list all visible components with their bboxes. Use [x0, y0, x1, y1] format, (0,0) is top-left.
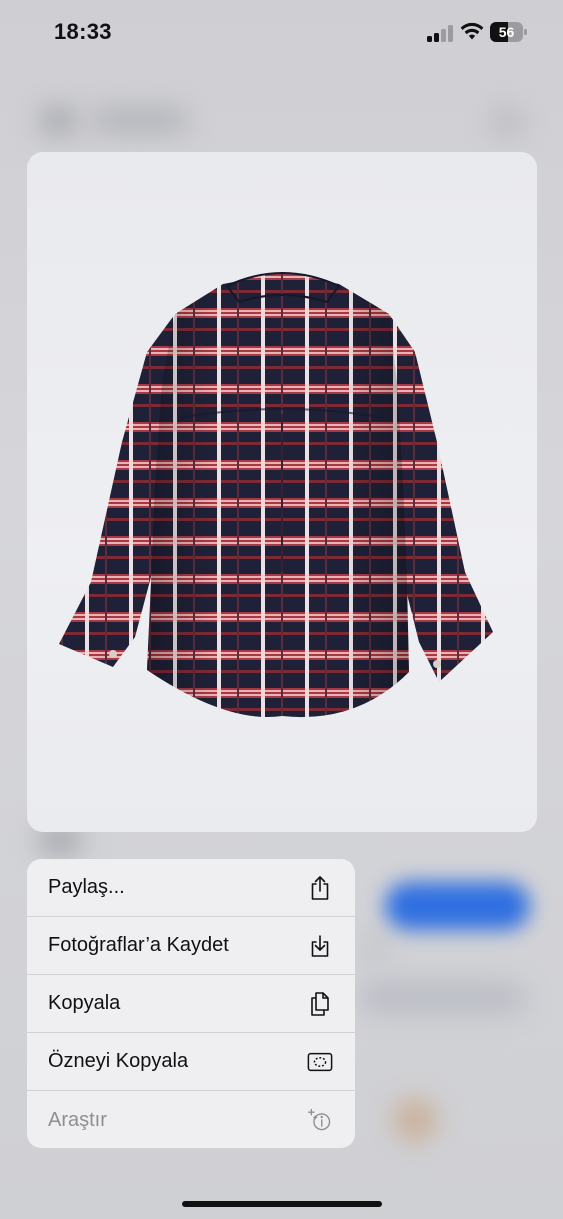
home-indicator[interactable] [182, 1201, 382, 1207]
plaid-shirt-image [59, 272, 493, 718]
menu-item-look-up[interactable]: Araştır [27, 1091, 355, 1148]
battery-icon: 56 [490, 22, 528, 42]
menu-item-copy-subject[interactable]: Özneyi Kopyala [27, 1033, 355, 1091]
status-bar: 18:33 56 [0, 0, 563, 64]
status-time: 18:33 [54, 19, 112, 44]
copy-subject-icon [307, 1049, 333, 1075]
blurred-nav-title [92, 110, 188, 130]
blurred-nav-icon [40, 108, 76, 134]
save-to-photos-icon [307, 933, 333, 959]
blurred-element [40, 830, 80, 850]
blurred-element [365, 940, 385, 956]
menu-item-label: Paylaş... [48, 876, 125, 898]
copy-icon [307, 991, 333, 1017]
menu-item-label: Özneyi Kopyala [48, 1050, 189, 1072]
image-preview[interactable] [27, 152, 537, 832]
menu-item-save-to-photos[interactable]: Fotoğraflar’a Kaydet [27, 917, 355, 975]
menu-item-label: Kopyala [48, 992, 121, 1014]
menu-item-copy[interactable]: Kopyala [27, 975, 355, 1033]
wifi-icon [460, 22, 484, 40]
blurred-nav-action [492, 110, 522, 134]
menu-item-label: Fotoğraflar’a Kaydet [48, 934, 229, 956]
share-icon [307, 875, 333, 901]
menu-item-label: Araştır [48, 1108, 107, 1131]
menu-item-share[interactable]: Paylaş... [27, 859, 355, 917]
blurred-blue-button [385, 882, 530, 930]
blurred-text-line [360, 985, 525, 1011]
context-menu: Paylaş... Fotoğraflar’a Kaydet Kopyala Ö… [27, 859, 355, 1148]
visual-lookup-icon [307, 1107, 333, 1133]
cellular-signal-icon [427, 24, 453, 42]
blurred-thumbnail [395, 1100, 435, 1140]
battery-level: 56 [498, 24, 515, 40]
